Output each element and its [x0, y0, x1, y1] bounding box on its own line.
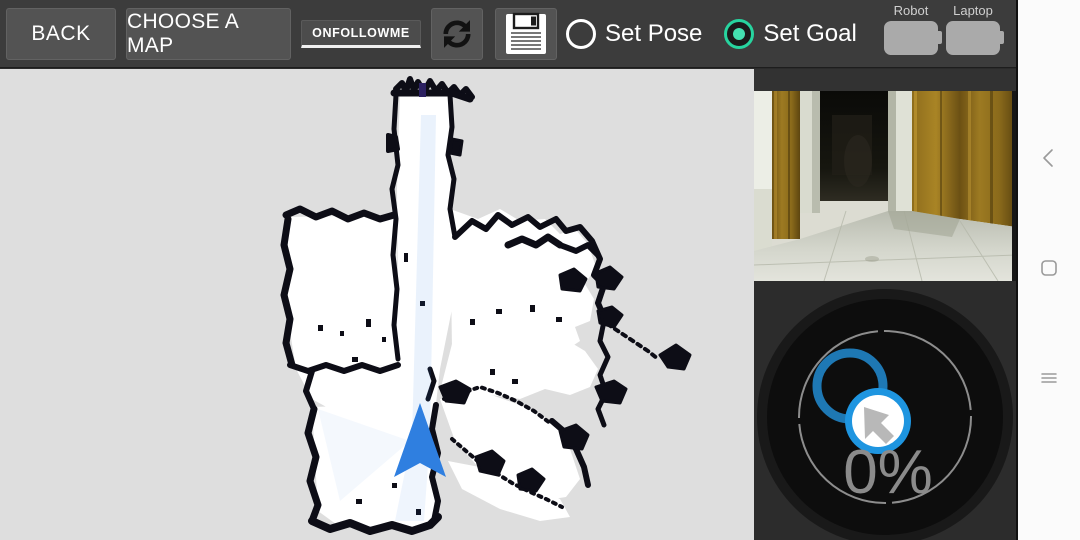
- occupancy-grid-map[interactable]: [0, 69, 754, 540]
- joystick-control[interactable]: 0%: [754, 281, 1016, 540]
- laptop-battery-label: Laptop: [953, 3, 993, 18]
- robot-battery-label: Robot: [893, 3, 929, 18]
- goal-marker-icon: [419, 83, 426, 97]
- radio-unselected-icon: [566, 19, 596, 49]
- nav-recents-button[interactable]: [1029, 360, 1069, 400]
- back-button[interactable]: BACK: [6, 8, 116, 60]
- save-map-button[interactable]: [495, 8, 557, 60]
- refresh-button[interactable]: [431, 8, 483, 60]
- home-square-icon: [1038, 257, 1060, 284]
- radio-set-pose-label: Set Pose: [605, 20, 703, 47]
- top-toolbar: BACK CHOOSE A MAP ONFOLLOWME Set Pose Se…: [0, 0, 1016, 68]
- android-navigation-bar: [1016, 0, 1080, 540]
- back-button-label: BACK: [31, 22, 91, 45]
- radio-selected-icon: [724, 19, 755, 49]
- refresh-icon: [438, 15, 476, 53]
- recents-lines-icon: [1038, 367, 1060, 394]
- app-root: BACK CHOOSE A MAP ONFOLLOWME Set Pose Se…: [0, 0, 1080, 540]
- back-chevron-icon: [1038, 147, 1060, 174]
- mode-radio-group: Set Pose Set Goal: [566, 0, 857, 68]
- laptop-battery-indicator: Laptop: [946, 3, 1004, 55]
- floppy-disk-save-icon: [503, 12, 549, 56]
- choose-a-map-label: CHOOSE A MAP: [127, 10, 238, 57]
- battery-icon: [946, 21, 1004, 55]
- choose-a-map-button[interactable]: CHOOSE A MAP: [126, 8, 291, 60]
- radio-set-goal-label: Set Goal: [763, 20, 857, 47]
- radio-set-goal[interactable]: Set Goal: [724, 19, 857, 49]
- nav-back-button[interactable]: [1029, 140, 1069, 180]
- nav-home-button[interactable]: [1029, 250, 1069, 290]
- robot-battery-indicator: Robot: [884, 3, 942, 55]
- robot-camera-feed[interactable]: [754, 69, 1016, 281]
- radio-set-pose[interactable]: Set Pose: [566, 19, 702, 49]
- svg-text:0%: 0%: [843, 438, 933, 507]
- battery-icon: [884, 21, 942, 55]
- map-name-input[interactable]: ONFOLLOWME: [301, 20, 421, 48]
- robot-control-app: BACK CHOOSE A MAP ONFOLLOWME Set Pose Se…: [0, 0, 1016, 540]
